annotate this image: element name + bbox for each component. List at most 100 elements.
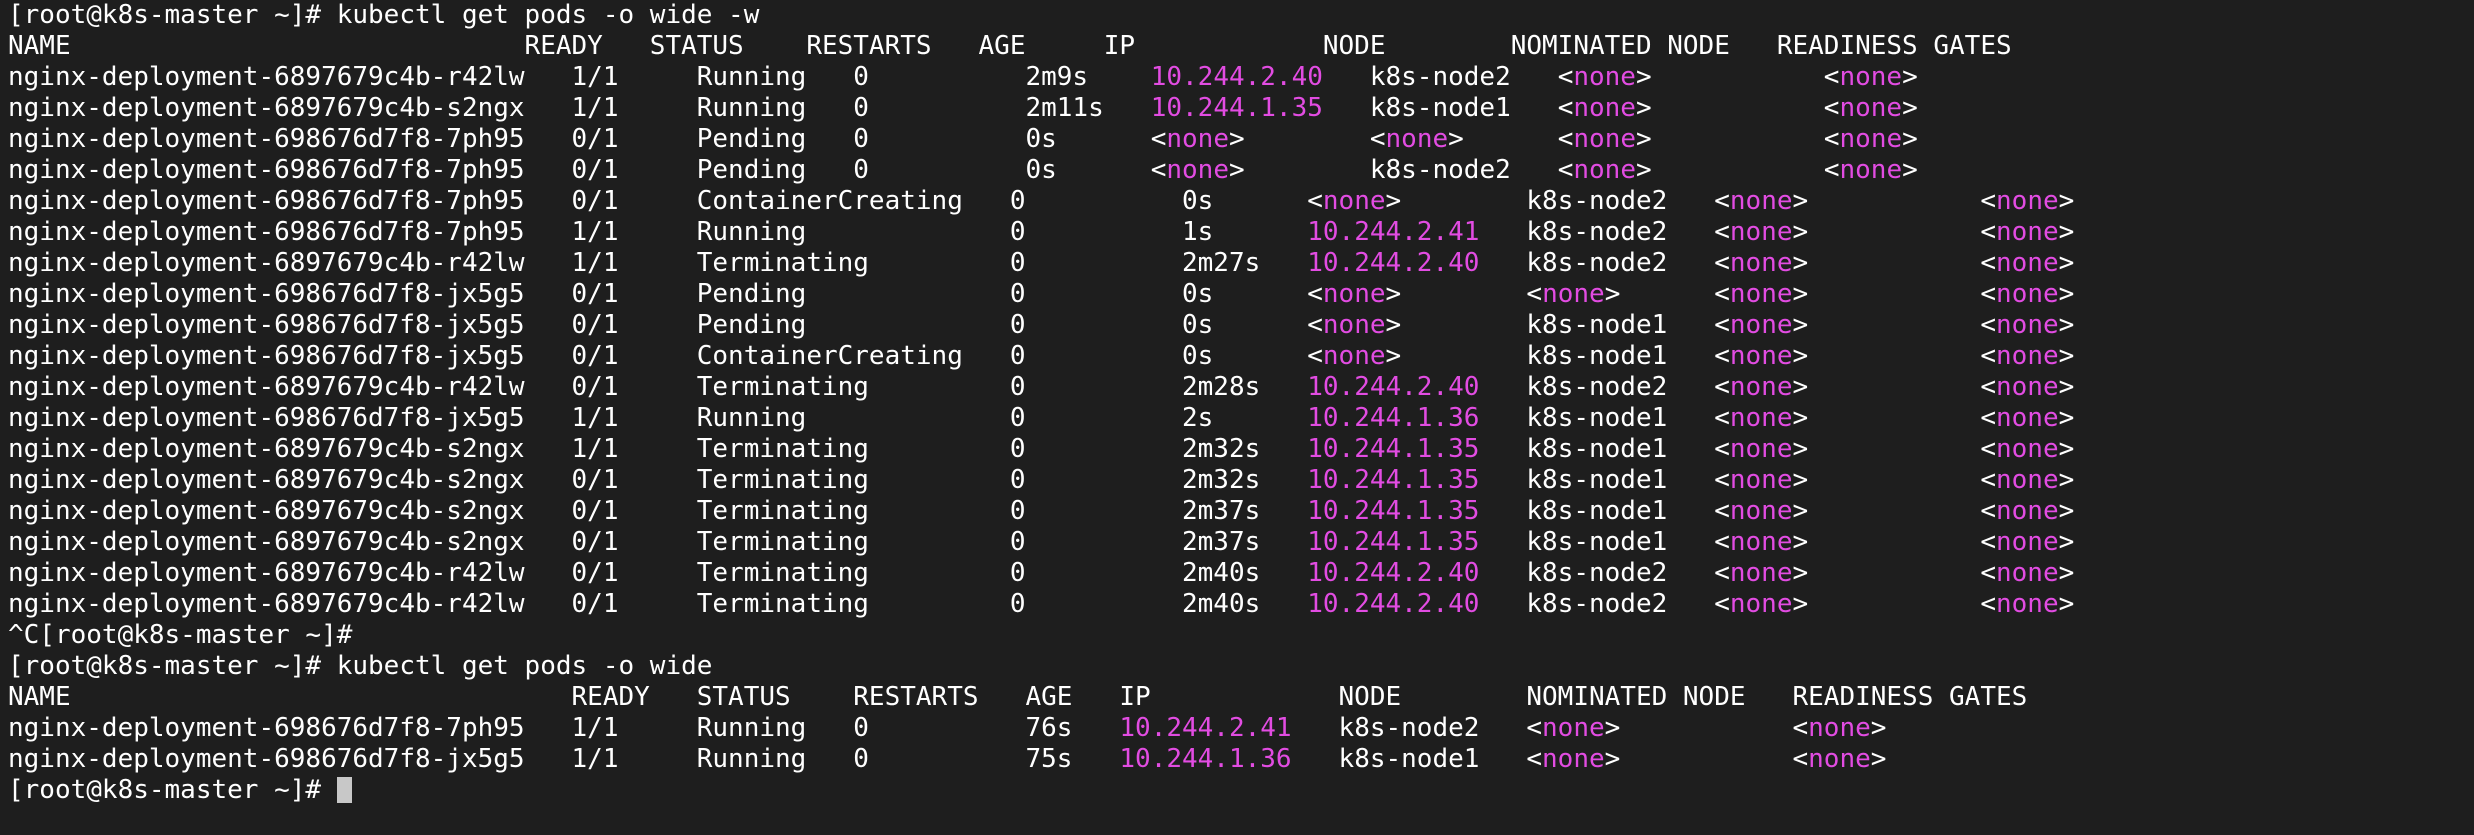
highlighted-text: none [1729,248,1793,278]
terminal-window[interactable]: [root@k8s-master ~]# kubectl get pods -o… [8,0,2468,835]
highlighted-text: none [1996,341,2059,371]
terminal-line-output: nginx-deployment-698676d7f8-jx5g5 1/1 Ru… [8,403,2468,434]
highlighted-text: none [1573,62,1636,92]
highlighted-text: 10.244.2.40 [1307,589,1480,619]
highlighted-text: 10.244.2.41 [1119,713,1292,743]
terminal-line-output: nginx-deployment-698676d7f8-7ph95 0/1 Pe… [8,124,2468,155]
terminal-text: k8s-node2 < [1322,62,1574,92]
terminal-line-output: nginx-deployment-698676d7f8-jx5g5 0/1 Pe… [8,279,2468,310]
terminal-text: > [1902,93,1918,123]
terminal-text: nginx-deployment-6897679c4b-s2ngx 0/1 Te… [8,527,1308,557]
highlighted-text: none [1729,434,1793,464]
highlighted-text: none [1729,372,1793,402]
highlighted-text: none [1996,310,2059,340]
highlighted-text: none [1729,589,1793,619]
highlighted-text: none [1322,279,1386,309]
terminal-text: > k8s-node2 < [1385,186,1730,216]
highlighted-text: none [1996,434,2059,464]
terminal-text: nginx-deployment-698676d7f8-jx5g5 0/1 Pe… [8,279,1323,309]
highlighted-text: none [1573,155,1636,185]
terminal-text: > [2058,279,2075,309]
terminal-text: k8s-node2 < [1291,713,1543,743]
terminal-text: > [2058,341,2075,371]
highlighted-text: 10.244.1.35 [1307,465,1480,495]
terminal-line-output: nginx-deployment-6897679c4b-s2ngx 0/1 Te… [8,465,2468,496]
highlighted-text: none [1996,589,2059,619]
terminal-text: nginx-deployment-698676d7f8-7ph95 1/1 Ru… [8,713,1120,743]
terminal-line-output: nginx-deployment-6897679c4b-r42lw 1/1 Te… [8,248,2468,279]
terminal-text: > < [1448,124,1574,154]
highlighted-text: 10.244.1.36 [1119,744,1292,774]
highlighted-text: none [1729,217,1793,247]
highlighted-text: none [1996,496,2059,526]
terminal-text: > [2058,186,2075,216]
highlighted-text: none [1729,186,1793,216]
terminal-text: ^C[root@k8s-master ~]# [8,620,353,650]
terminal-text: nginx-deployment-6897679c4b-r42lw 1/1 Ru… [8,62,1151,92]
terminal-text: > [2058,310,2075,340]
terminal-line-output: nginx-deployment-698676d7f8-7ph95 0/1 Pe… [8,155,2468,186]
terminal-text: > < [1792,434,1997,464]
terminal-text: > [2058,589,2075,619]
terminal-text: > < [1604,279,1730,309]
highlighted-text: none [1808,713,1871,743]
highlighted-text: 10.244.1.35 [1150,93,1323,123]
highlighted-text: none [1996,279,2059,309]
highlighted-text: none [1322,341,1386,371]
terminal-line-output: nginx-deployment-698676d7f8-7ph95 1/1 Ru… [8,713,2468,744]
terminal-text: > [2058,217,2075,247]
terminal-text: > k8s-node1 < [1385,310,1730,340]
terminal-text: > < [1385,279,1543,309]
highlighted-text: none [1839,62,1903,92]
terminal-text: > < [1792,403,1997,433]
terminal-text: > [1870,713,1887,743]
highlighted-text: none [1729,341,1793,371]
terminal-text: k8s-node2 < [1479,372,1730,402]
terminal-text: nginx-deployment-698676d7f8-jx5g5 0/1 Pe… [8,310,1323,340]
highlighted-text: none [1385,124,1449,154]
terminal-line-header: NAME READY STATUS RESTARTS AGE IP NODE N… [8,682,2468,713]
highlighted-text: none [1729,279,1793,309]
terminal-text: > < [1792,558,1997,588]
highlighted-text: none [1166,155,1229,185]
terminal-text: k8s-node2 < [1479,248,1730,278]
terminal-text: > < [1792,465,1997,495]
terminal-text: > [1902,62,1918,92]
highlighted-text: none [1573,93,1636,123]
highlighted-text: none [1839,93,1903,123]
terminal-text: nginx-deployment-698676d7f8-jx5g5 0/1 Co… [8,341,1323,371]
highlighted-text: none [1729,496,1793,526]
terminal-line-output: nginx-deployment-698676d7f8-7ph95 1/1 Ru… [8,217,2468,248]
highlighted-text: 10.244.2.40 [1307,372,1480,402]
terminal-text: > [2058,434,2075,464]
terminal-text: > < [1635,62,1840,92]
terminal-text: > < [1635,93,1840,123]
terminal-line-output: nginx-deployment-698676d7f8-jx5g5 0/1 Co… [8,341,2468,372]
highlighted-text: none [1542,713,1605,743]
terminal-text: > [2058,465,2075,495]
highlighted-text: none [1996,558,2059,588]
terminal-line-output: nginx-deployment-6897679c4b-r42lw 1/1 Ru… [8,62,2468,93]
terminal-text: > [1870,744,1887,774]
terminal-text: > [2058,527,2075,557]
highlighted-text: none [1996,248,2059,278]
terminal-line-output: nginx-deployment-698676d7f8-jx5g5 0/1 Pe… [8,310,2468,341]
highlighted-text: none [1573,124,1637,154]
terminal-text: NAME READY STATUS RESTARTS AGE IP NODE N… [8,31,2012,61]
terminal-text: > [2058,496,2075,526]
terminal-text: nginx-deployment-6897679c4b-s2ngx 0/1 Te… [8,496,1308,526]
terminal-text: k8s-node1 < [1291,744,1543,774]
terminal-line-command: ^C[root@k8s-master ~]# [8,620,2468,651]
terminal-text: nginx-deployment-6897679c4b-s2ngx 1/1 Te… [8,434,1308,464]
terminal-line-command: [root@k8s-master ~]# kubectl get pods -o… [8,651,2468,682]
highlighted-text: 10.244.1.35 [1307,496,1480,526]
highlighted-text: none [1729,558,1793,588]
terminal-text: NAME READY STATUS RESTARTS AGE IP NODE N… [8,682,2028,712]
terminal-line-output: nginx-deployment-6897679c4b-s2ngx 1/1 Te… [8,434,2468,465]
terminal-text: > < [1792,341,1997,371]
terminal-text: > < [1792,589,1997,619]
highlighted-text: 10.244.1.35 [1307,527,1480,557]
terminal-text: > < [1792,186,1997,216]
terminal-text: nginx-deployment-698676d7f8-7ph95 1/1 Ru… [8,217,1308,247]
highlighted-text: none [1996,217,2059,247]
